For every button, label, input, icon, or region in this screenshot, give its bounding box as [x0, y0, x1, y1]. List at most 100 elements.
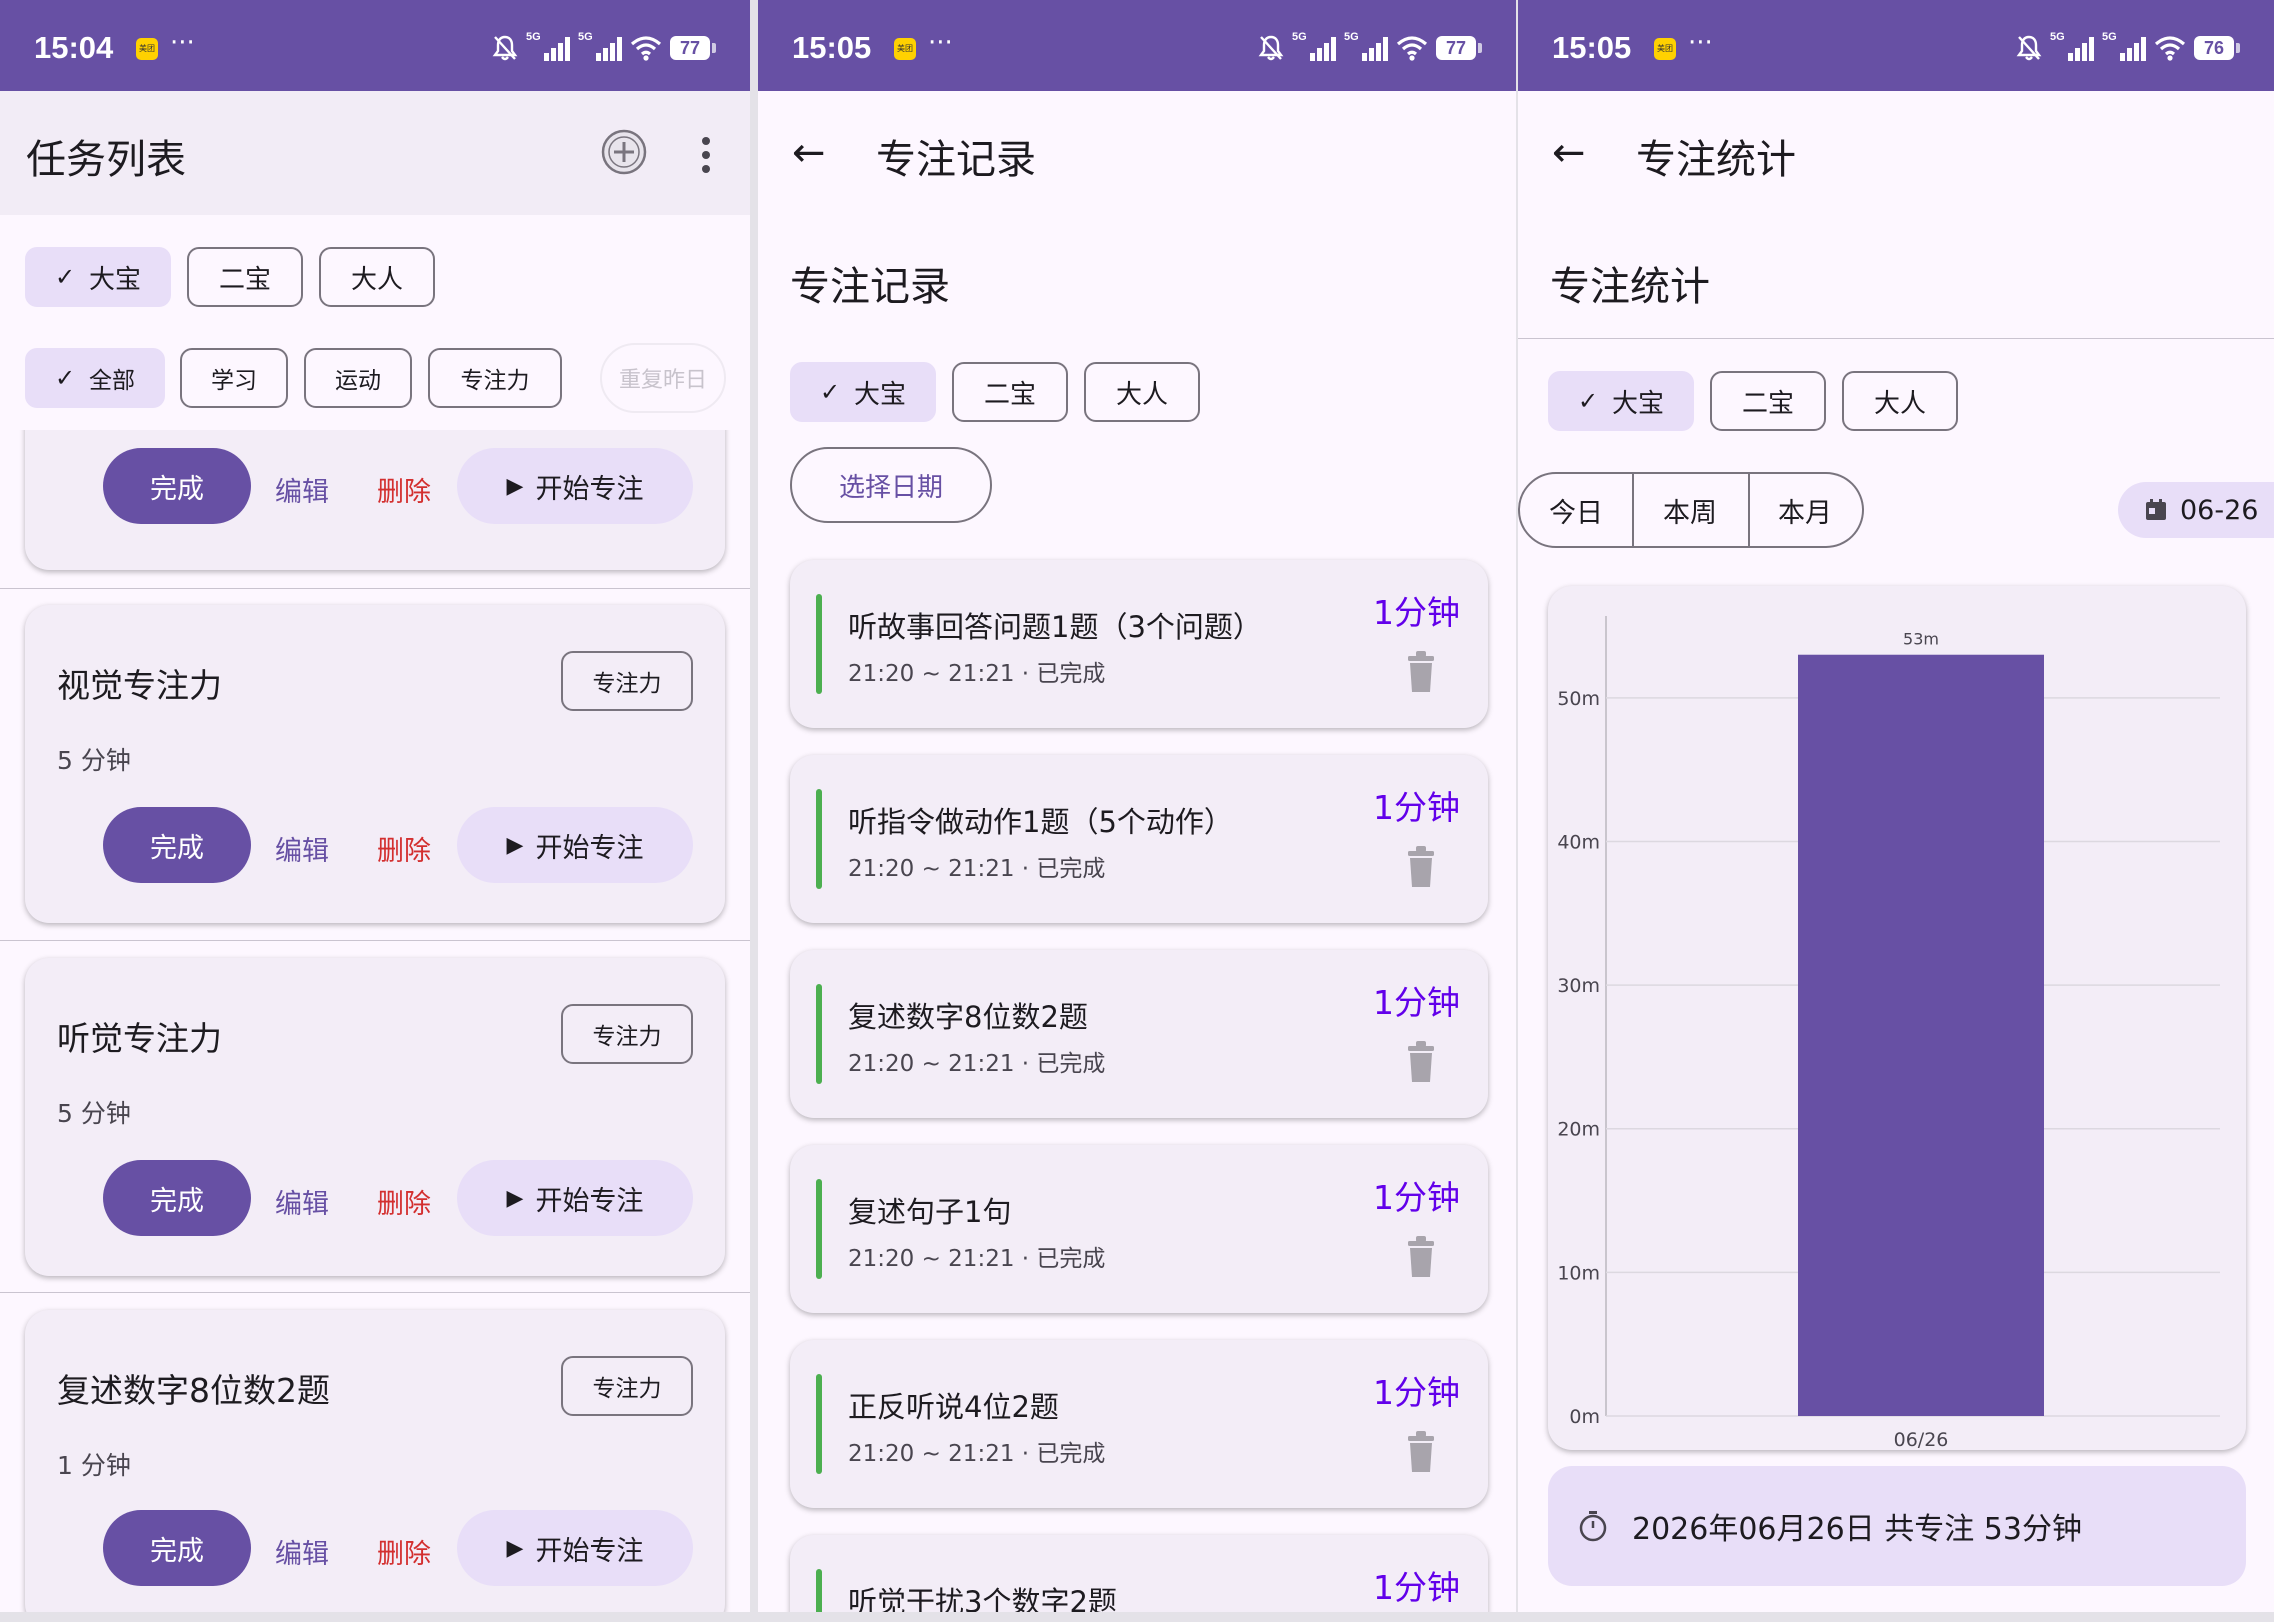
trash-icon[interactable] [1406, 1040, 1436, 1084]
check-icon: ✓ [819, 378, 841, 406]
status-time: 15:05 [792, 30, 872, 65]
chip-category-focus[interactable]: 专注力 [428, 348, 562, 408]
status-bar: 15:05 美团 ··· 5G 5G 76 [1518, 0, 2274, 91]
signal-5g-icon: 5G [1292, 31, 1336, 61]
check-icon: ✓ [54, 364, 76, 392]
page-heading: 专注统计 [1550, 264, 1710, 310]
task-card: 听觉专注力 专注力 5 分钟 完成 编辑 删除 ▶ 开始专注 [25, 958, 725, 1276]
status-icons: 5G 5G 77 [492, 31, 716, 64]
divider [0, 588, 750, 589]
wifi-icon [2154, 36, 2186, 61]
record-time-status: 21:20 ~ 21:21 · 已完成 [848, 1051, 1106, 1077]
edit-button[interactable]: 编辑 [275, 470, 329, 509]
chip-category-study[interactable]: 学习 [180, 348, 288, 408]
trash-icon[interactable] [1406, 650, 1436, 694]
delete-button[interactable]: 删除 [377, 829, 431, 868]
more-vert-icon[interactable] [698, 135, 714, 175]
trash-icon[interactable] [1406, 1235, 1436, 1279]
completed-indicator [816, 984, 822, 1084]
delete-button[interactable]: 删除 [377, 1182, 431, 1221]
more-notifications-icon: ··· [170, 28, 195, 58]
task-category-tag: 专注力 [561, 1356, 693, 1416]
start-focus-button[interactable]: ▶ 开始专注 [457, 1160, 693, 1236]
chip-child-erbao[interactable]: 二宝 [1710, 371, 1826, 431]
signal-5g-icon: 5G [526, 31, 570, 61]
task-duration: 1 分钟 [57, 1451, 131, 1480]
start-focus-button[interactable]: ▶ 开始专注 [457, 448, 693, 524]
y-tick-label: 30m [1557, 975, 1600, 997]
select-date-button[interactable]: 选择日期 [790, 447, 992, 523]
record-title: 复述句子1句 [848, 1195, 1012, 1229]
record-card: 听故事回答问题1题（3个问题） 21:20 ~ 21:21 · 已完成 1分钟 [790, 560, 1488, 728]
edit-button[interactable]: 编辑 [275, 829, 329, 868]
task-duration: 5 分钟 [57, 746, 131, 775]
y-tick-label: 40m [1557, 831, 1600, 853]
date-picker-chip[interactable]: 06-26 [2118, 482, 2274, 538]
chip-child-daren[interactable]: 大人 [319, 247, 435, 307]
check-icon: ✓ [54, 263, 76, 291]
delete-button[interactable]: 删除 [377, 1532, 431, 1571]
record-duration: 1分钟 [1373, 1373, 1460, 1412]
complete-button[interactable]: 完成 [103, 1160, 251, 1236]
start-focus-button[interactable]: ▶ 开始专注 [457, 807, 693, 883]
task-title: 视觉专注力 [57, 666, 222, 705]
record-time-status: 21:20 ~ 21:21 · 已完成 [848, 1246, 1106, 1272]
repeat-yesterday-button[interactable]: 重复昨日 [600, 343, 726, 413]
period-today-button[interactable]: 今日 [1518, 472, 1634, 548]
chip-child-dabao[interactable]: ✓ 大宝 [790, 362, 936, 422]
focus-stats-screen: 15:05 美团 ··· 5G 5G 76 ← 专注统计 专注统计 ✓ 大宝 二宝… [1518, 0, 2274, 1612]
edit-button[interactable]: 编辑 [275, 1182, 329, 1221]
check-icon: ✓ [1577, 387, 1599, 415]
wifi-icon [630, 36, 662, 61]
trash-icon[interactable] [1406, 1430, 1436, 1474]
y-tick-label: 10m [1557, 1262, 1600, 1284]
complete-button[interactable]: 完成 [103, 1510, 251, 1586]
chip-child-dabao[interactable]: ✓ 大宝 [1548, 371, 1694, 431]
play-icon: ▶ [506, 1535, 524, 1561]
battery-icon: 76 [2194, 36, 2240, 60]
period-week-button[interactable]: 本周 [1632, 472, 1750, 548]
trash-icon[interactable] [1406, 845, 1436, 889]
back-arrow-icon[interactable]: ← [792, 133, 826, 173]
edit-button[interactable]: 编辑 [275, 1532, 329, 1571]
chip-child-erbao[interactable]: 二宝 [187, 247, 303, 307]
completed-indicator [816, 594, 822, 694]
record-time-status: 21:20 ~ 21:21 · 已完成 [848, 661, 1106, 687]
chip-child-daren[interactable]: 大人 [1084, 362, 1200, 422]
mute-bell-icon [1258, 35, 1284, 61]
task-title: 复述数字8位数2题 [57, 1371, 330, 1410]
divider [0, 1292, 750, 1293]
status-icons: 5G 5G 77 [1258, 31, 1482, 64]
status-bar: 15:04 美团 ··· 5G 5G 77 [0, 0, 750, 91]
play-icon: ▶ [506, 1185, 524, 1211]
summary-banner: 2026年06月26日 共专注 53分钟 [1548, 1466, 2246, 1586]
record-duration: 1分钟 [1373, 1178, 1460, 1217]
completed-indicator [816, 1569, 822, 1612]
complete-button[interactable]: 完成 [103, 448, 251, 524]
delete-button[interactable]: 删除 [377, 470, 431, 509]
divider [0, 940, 750, 941]
x-tick-label: 06/26 [1894, 1429, 1949, 1450]
meituan-icon: 美团 [894, 38, 916, 60]
appbar-title: 专注统计 [1636, 137, 1796, 183]
complete-button[interactable]: 完成 [103, 807, 251, 883]
chip-category-sport[interactable]: 运动 [304, 348, 412, 408]
chip-category-all[interactable]: ✓ 全部 [25, 348, 165, 408]
add-task-icon[interactable] [600, 128, 648, 176]
record-title: 听故事回答问题1题（3个问题） [848, 610, 1262, 644]
chip-child-dabao[interactable]: ✓ 大宝 [25, 247, 171, 307]
signal-5g-icon: 5G [2102, 31, 2146, 61]
chip-child-daren[interactable]: 大人 [1842, 371, 1958, 431]
completed-indicator [816, 1374, 822, 1474]
period-month-button[interactable]: 本月 [1748, 472, 1864, 548]
record-duration: 1分钟 [1373, 788, 1460, 827]
task-card: 复述数字8位数2题 专注力 1 分钟 完成 编辑 删除 ▶ 开始专注 [25, 1310, 725, 1612]
chip-child-erbao[interactable]: 二宝 [952, 362, 1068, 422]
back-arrow-icon[interactable]: ← [1552, 133, 1586, 173]
task-card: 视觉专注力 专注力 5 分钟 完成 编辑 删除 ▶ 开始专注 [25, 605, 725, 923]
start-focus-button[interactable]: ▶ 开始专注 [457, 1510, 693, 1586]
more-notifications-icon: ··· [928, 28, 953, 58]
y-tick-label: 0m [1569, 1406, 1600, 1428]
meituan-icon: 美团 [136, 38, 158, 60]
task-category-tag: 专注力 [561, 651, 693, 711]
